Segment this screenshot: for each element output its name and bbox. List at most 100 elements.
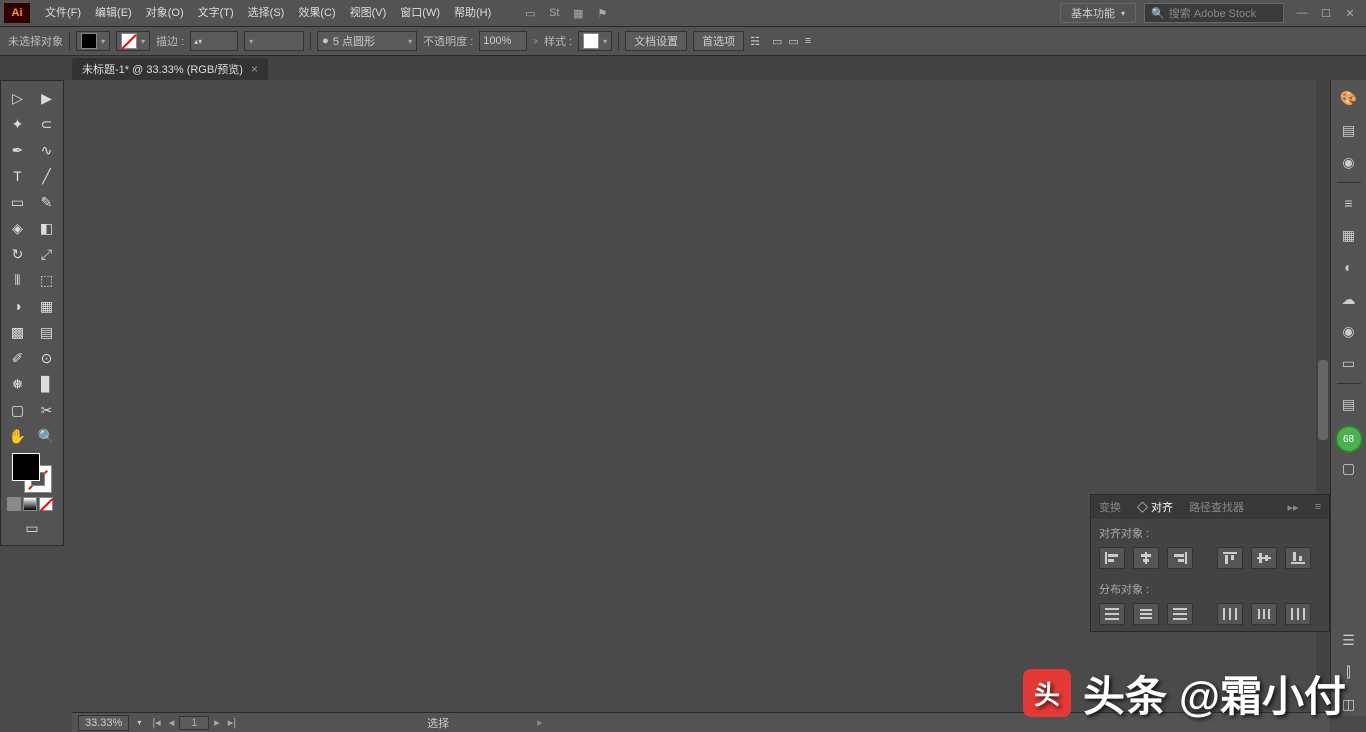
distribute-top[interactable] bbox=[1099, 603, 1125, 625]
fill-stroke-control[interactable] bbox=[12, 453, 52, 493]
eraser-tool[interactable]: ◧ bbox=[32, 215, 61, 241]
opacity-value[interactable]: 100% bbox=[479, 31, 527, 51]
distribute-right[interactable] bbox=[1285, 603, 1311, 625]
cc-libraries-icon[interactable]: ☁ bbox=[1337, 287, 1361, 311]
nav-last-icon[interactable]: ▸| bbox=[225, 716, 239, 729]
menu-help[interactable]: 帮助(H) bbox=[447, 0, 498, 26]
align-to-icon[interactable]: ▭ bbox=[772, 35, 782, 48]
color-mode[interactable] bbox=[7, 497, 21, 511]
symbol-sprayer-tool[interactable]: ❅ bbox=[3, 371, 32, 397]
shaper-tool[interactable]: ◈ bbox=[3, 215, 32, 241]
graph-tool[interactable]: ▊ bbox=[32, 371, 61, 397]
arrange-icon[interactable]: ▦ bbox=[568, 3, 588, 23]
swatches-panel-icon[interactable]: ▤ bbox=[1337, 118, 1361, 142]
menu-window[interactable]: 窗口(W) bbox=[393, 0, 447, 26]
align-top[interactable] bbox=[1217, 547, 1243, 569]
properties-panel-icon[interactable]: ☰ bbox=[1337, 628, 1361, 652]
nav-first-icon[interactable]: |◂ bbox=[149, 716, 163, 729]
panel-collapse-icon[interactable]: ▸▸ bbox=[1280, 501, 1307, 514]
stroke-swatch[interactable]: ▾ bbox=[116, 31, 150, 51]
stroke-weight[interactable]: ▴▾ bbox=[190, 31, 238, 51]
panel-tab-pathfinder[interactable]: 路径查找器 bbox=[1181, 499, 1252, 515]
gradient-panel-icon[interactable]: ▦ bbox=[1337, 223, 1361, 247]
align-left[interactable] bbox=[1099, 547, 1125, 569]
distribute-bottom[interactable] bbox=[1167, 603, 1193, 625]
blend-tool[interactable]: ⊙ bbox=[32, 345, 61, 371]
doc-tab[interactable]: 未标题-1* @ 33.33% (RGB/预览) × bbox=[72, 58, 268, 80]
shape-builder-tool[interactable]: ◑ bbox=[3, 293, 32, 319]
status-arrow[interactable]: ▸ bbox=[537, 716, 543, 729]
artboard-tool[interactable]: ▢ bbox=[3, 397, 32, 423]
zoom-level[interactable]: 33.33% bbox=[78, 715, 129, 731]
hand-tool[interactable]: ✋ bbox=[3, 423, 32, 449]
prefs-button[interactable]: 首选项 bbox=[693, 31, 744, 51]
brush-tool[interactable]: ✎ bbox=[32, 189, 61, 215]
transparency-panel-icon[interactable]: ◐68 bbox=[1337, 255, 1361, 279]
artboard-number[interactable]: 1 bbox=[179, 716, 209, 730]
workspace-switcher[interactable]: 基本功能▾ bbox=[1060, 3, 1136, 23]
stroke-profile[interactable]: ▾ bbox=[244, 31, 304, 51]
gradient-mode[interactable] bbox=[23, 497, 37, 511]
align-v-center[interactable] bbox=[1251, 547, 1277, 569]
align-right[interactable] bbox=[1167, 547, 1193, 569]
distribute-left[interactable] bbox=[1217, 603, 1243, 625]
type-tool[interactable]: T bbox=[3, 163, 32, 189]
panel-menu-icon[interactable]: ≡ bbox=[805, 35, 811, 47]
free-transform-tool[interactable]: ⬚ bbox=[32, 267, 61, 293]
eyedropper-tool[interactable]: ✐ bbox=[3, 345, 32, 371]
curvature-tool[interactable]: ∿ bbox=[32, 137, 61, 163]
layers-panel-icon[interactable]: ▤ bbox=[1337, 392, 1361, 416]
line-tool[interactable]: ╱ bbox=[32, 163, 61, 189]
close-icon[interactable]: × bbox=[251, 62, 258, 76]
window-close[interactable]: ✕ bbox=[1340, 3, 1360, 23]
perspective-tool[interactable]: ▦ bbox=[32, 293, 61, 319]
scale-tool[interactable]: ⤢ bbox=[32, 241, 61, 267]
graphic-styles-icon[interactable]: ▭ bbox=[1337, 351, 1361, 375]
opacity-popup[interactable]: > bbox=[533, 37, 538, 46]
color-panel-icon[interactable]: 🎨 bbox=[1337, 86, 1361, 110]
scroll-thumb[interactable] bbox=[1318, 360, 1328, 440]
brush-def[interactable]: ● 5 点圆形▾ bbox=[317, 31, 417, 51]
width-tool[interactable]: ⫴ bbox=[3, 267, 32, 293]
align-bottom[interactable] bbox=[1285, 547, 1311, 569]
menu-view[interactable]: 视图(V) bbox=[343, 0, 394, 26]
appearance-panel-icon[interactable]: ◉ bbox=[1337, 319, 1361, 343]
style-swatch[interactable]: ▾ bbox=[578, 31, 612, 51]
rectangle-tool[interactable]: ▭ bbox=[3, 189, 32, 215]
search-input[interactable]: 🔍搜索 Adobe Stock bbox=[1144, 3, 1284, 23]
selection-tool[interactable]: ▷ bbox=[3, 85, 32, 111]
menu-type[interactable]: 文字(T) bbox=[191, 0, 241, 26]
gpu-icon[interactable]: ⚑ bbox=[592, 3, 612, 23]
menu-effect[interactable]: 效果(C) bbox=[291, 0, 342, 26]
nav-prev-icon[interactable]: ◂ bbox=[166, 716, 178, 729]
panel-tab-align[interactable]: ◇ 对齐 bbox=[1129, 499, 1181, 515]
prefs-icon[interactable]: ☵ bbox=[750, 35, 760, 48]
distribute-v-center[interactable] bbox=[1133, 603, 1159, 625]
artboard-nav[interactable]: |◂ ◂ 1 ▸ ▸| bbox=[149, 716, 239, 730]
screen-mode[interactable]: ▭ bbox=[17, 515, 47, 541]
none-mode[interactable] bbox=[39, 497, 53, 511]
mesh-tool[interactable]: ▩ bbox=[3, 319, 32, 345]
doc-setup-button[interactable]: 文档设置 bbox=[625, 31, 687, 51]
rotate-tool[interactable]: ↻ bbox=[3, 241, 32, 267]
menu-select[interactable]: 选择(S) bbox=[241, 0, 292, 26]
lasso-tool[interactable]: ⊂ bbox=[32, 111, 61, 137]
transform-icon[interactable]: ▭ bbox=[788, 35, 798, 48]
menu-edit[interactable]: 编辑(E) bbox=[88, 0, 139, 26]
stroke-panel-icon[interactable]: ≡ bbox=[1337, 191, 1361, 215]
window-maximize[interactable]: ☐ bbox=[1316, 3, 1336, 23]
distribute-h-center[interactable] bbox=[1251, 603, 1277, 625]
fill-color[interactable] bbox=[12, 453, 40, 481]
fill-swatch[interactable]: ▾ bbox=[76, 31, 110, 51]
bridge-icon[interactable]: ▭ bbox=[520, 3, 540, 23]
brushes-panel-icon[interactable]: ◉ bbox=[1337, 150, 1361, 174]
menu-file[interactable]: 文件(F) bbox=[38, 0, 88, 26]
panel-tab-transform[interactable]: 变换 bbox=[1091, 499, 1129, 515]
align-h-center[interactable] bbox=[1133, 547, 1159, 569]
stock-icon[interactable]: St bbox=[544, 3, 564, 23]
artboards-panel-icon[interactable]: ▢ bbox=[1337, 456, 1361, 480]
slice-tool[interactable]: ✂ bbox=[32, 397, 61, 423]
nav-next-icon[interactable]: ▸ bbox=[211, 716, 223, 729]
magic-wand-tool[interactable]: ✦ bbox=[3, 111, 32, 137]
panel-menu-icon[interactable]: ≡ bbox=[1307, 501, 1329, 513]
